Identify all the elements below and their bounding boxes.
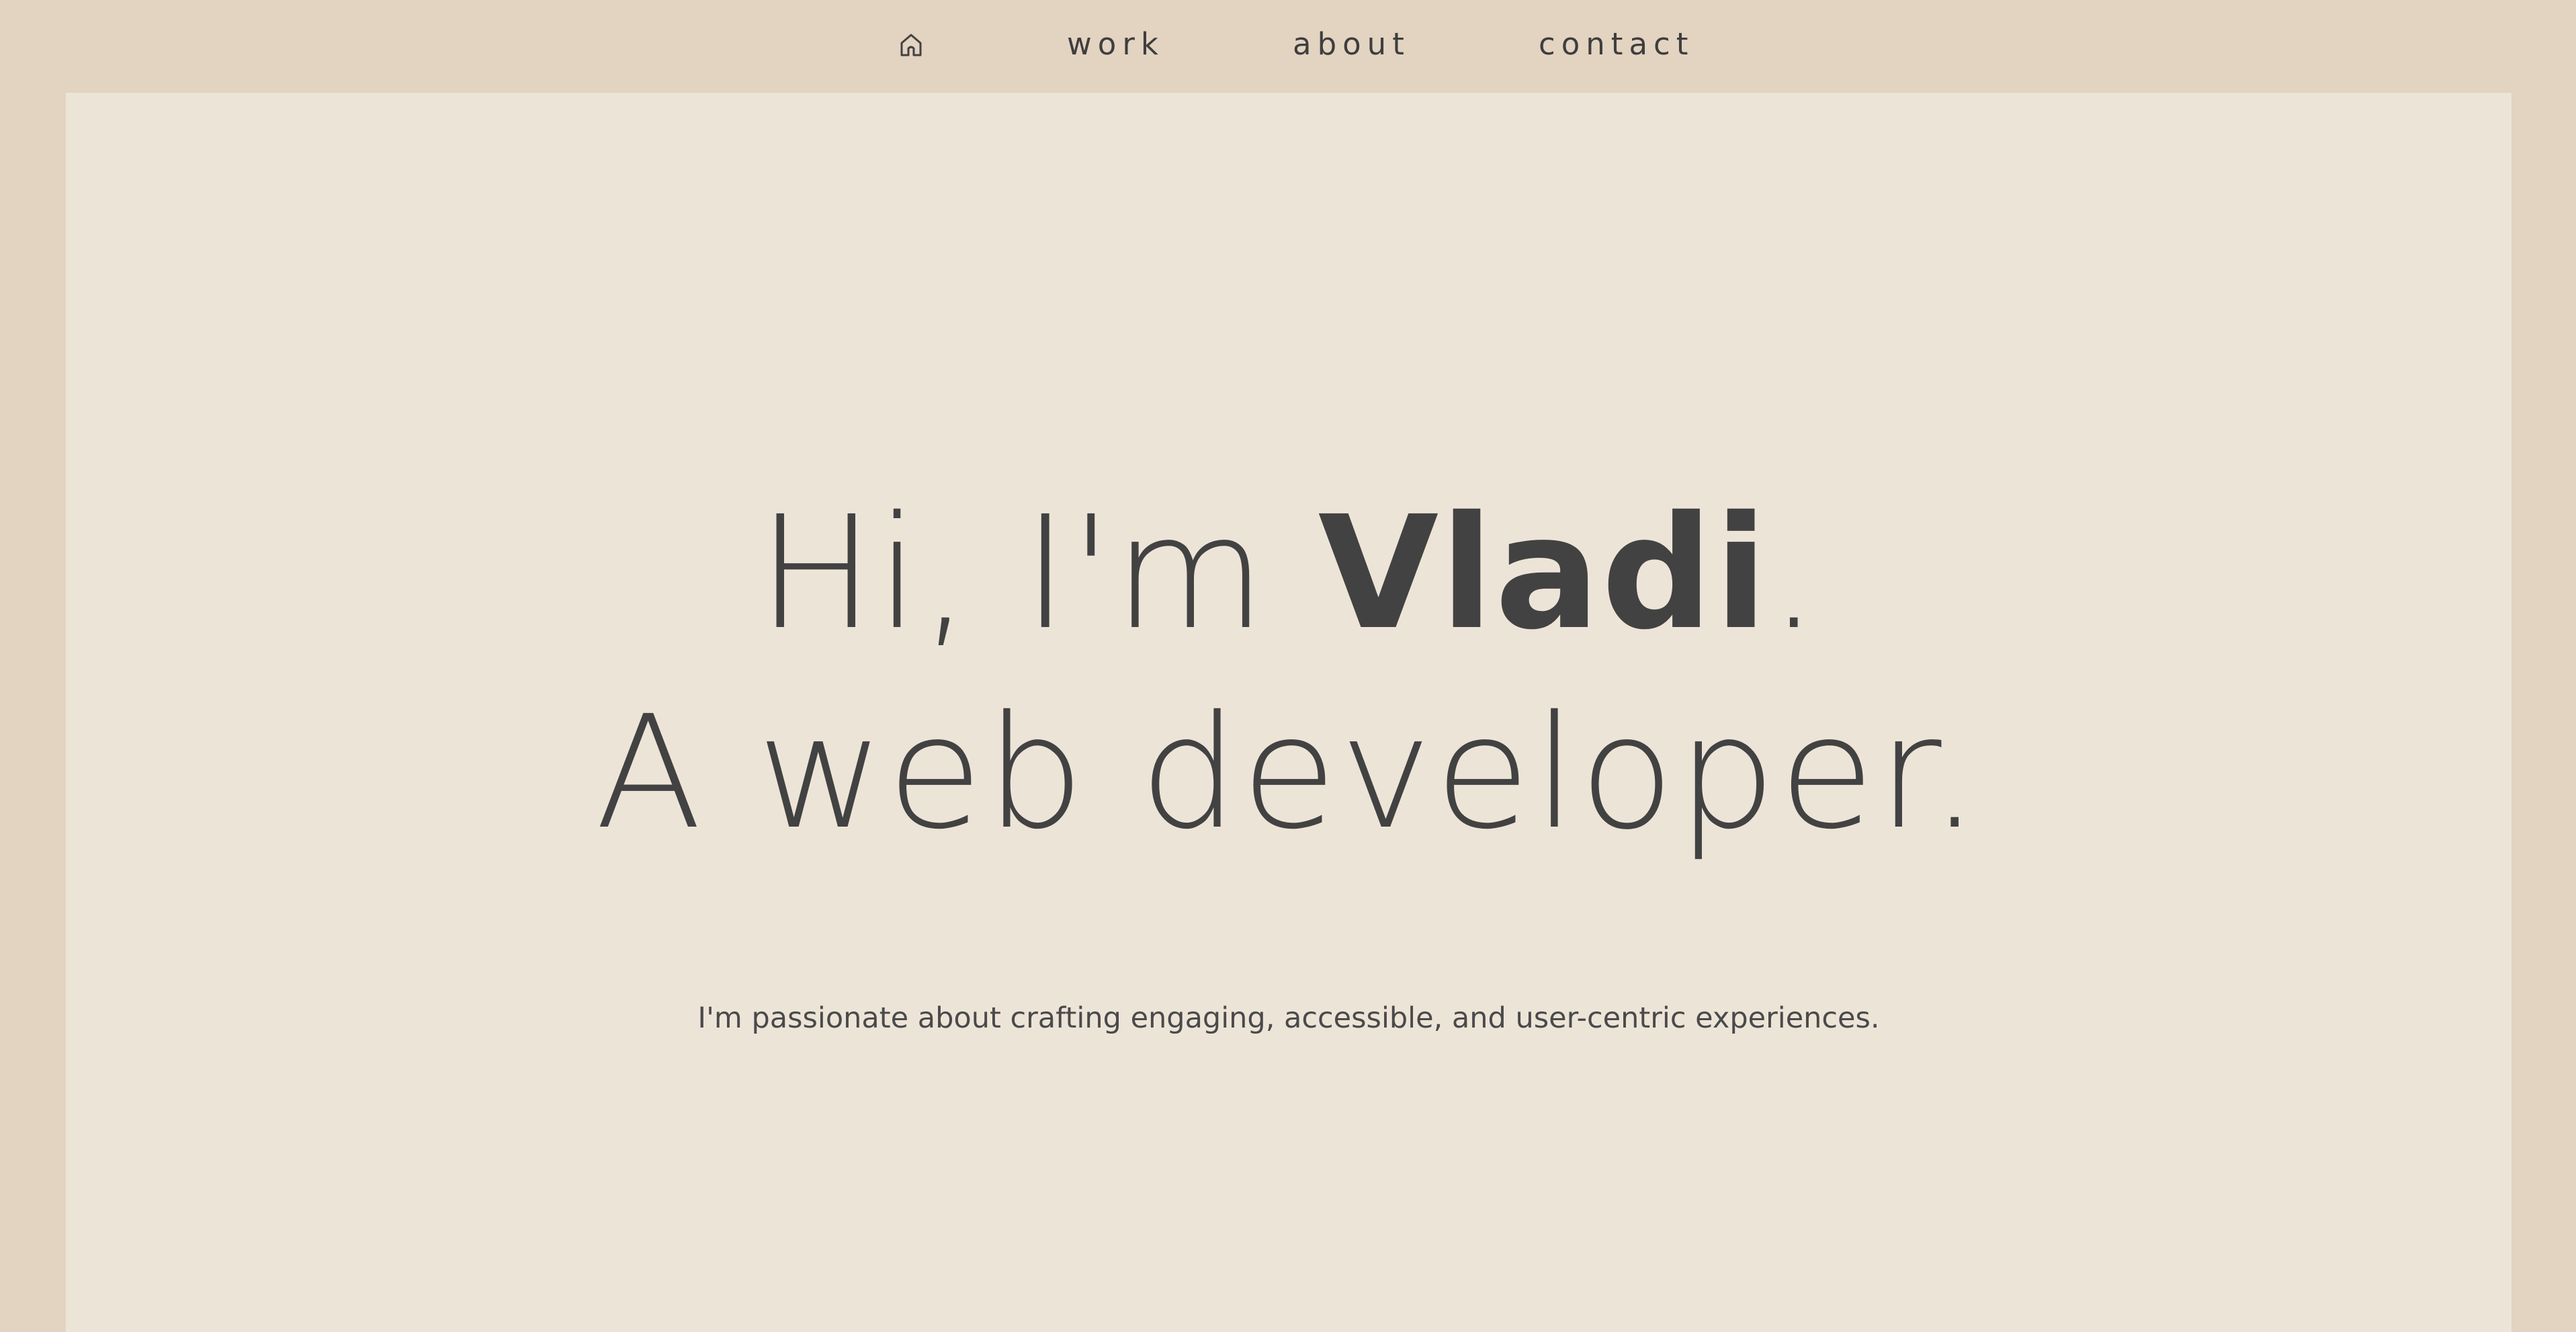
nav-link-contact[interactable]: contact	[1539, 24, 1694, 65]
nav-link-work[interactable]: work	[1067, 24, 1164, 65]
hero-greeting: Hi, I'm Vladi.	[66, 479, 2511, 667]
hero-role: A web developer.	[595, 682, 1983, 864]
top-navigation-bar: work about contact	[0, 0, 2576, 93]
greeting-suffix: .	[1768, 483, 1820, 664]
hero-tagline: I'm passionate about crafting engaging, …	[697, 1001, 1880, 1035]
greeting-prefix: Hi, I'm	[757, 483, 1318, 664]
hero-name: Vladi	[1318, 483, 1769, 664]
home-link[interactable]	[898, 31, 925, 58]
hero-panel: Hi, I'm Vladi. A web developer. I'm pass…	[66, 93, 2511, 1332]
house-icon	[898, 34, 925, 60]
nav-link-about[interactable]: about	[1293, 24, 1410, 65]
